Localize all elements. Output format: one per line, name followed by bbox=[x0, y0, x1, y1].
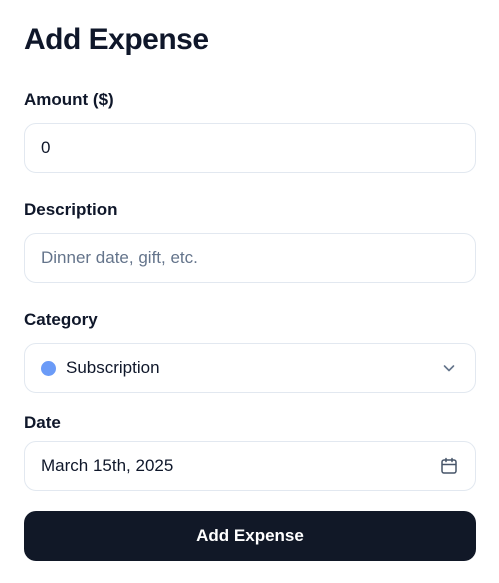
amount-field-container bbox=[24, 123, 476, 173]
description-input[interactable] bbox=[41, 248, 459, 268]
amount-input[interactable] bbox=[41, 138, 459, 158]
date-label: Date bbox=[24, 413, 61, 432]
add-expense-button[interactable]: Add Expense bbox=[24, 511, 476, 561]
date-value: March 15th, 2025 bbox=[41, 456, 174, 475]
category-selected-value: Subscription bbox=[66, 358, 160, 377]
description-label: Description bbox=[24, 200, 118, 219]
page-title: Add Expense bbox=[24, 23, 209, 56]
category-label: Category bbox=[24, 310, 98, 329]
category-color-dot bbox=[41, 360, 56, 376]
amount-label: Amount ($) bbox=[24, 90, 114, 109]
date-picker[interactable]: March 15th, 2025 bbox=[24, 441, 476, 491]
description-field-container bbox=[24, 233, 476, 283]
category-select[interactable]: Subscription bbox=[24, 343, 476, 393]
calendar-icon[interactable] bbox=[439, 456, 459, 476]
chevron-down-icon bbox=[439, 358, 459, 378]
add-expense-form: Add Expense Amount ($) Description Categ… bbox=[0, 0, 499, 583]
